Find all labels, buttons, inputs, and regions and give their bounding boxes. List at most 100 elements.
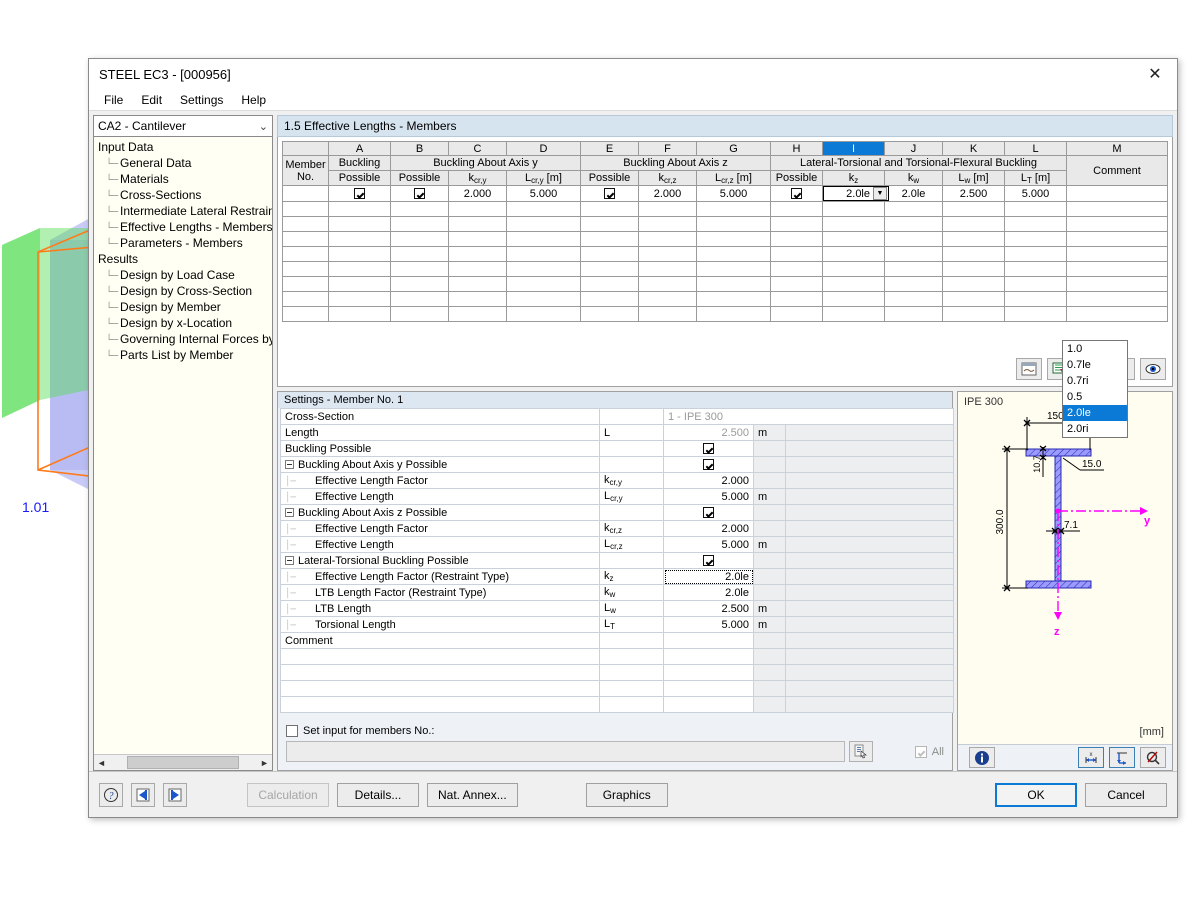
empty-cell[interactable] <box>329 202 391 217</box>
col-letter-l[interactable]: L <box>1005 142 1067 156</box>
empty-cell[interactable] <box>697 307 771 322</box>
tree-item-effective-lengths-members[interactable]: Effective Lengths - Members <box>96 219 272 235</box>
empty-cell[interactable] <box>823 202 885 217</box>
col-letter-a[interactable]: A <box>329 142 391 156</box>
empty-cell[interactable] <box>581 232 639 247</box>
settings-value-lt[interactable]: 5.000 <box>664 617 754 633</box>
settings-value-lcry[interactable]: 5.000 <box>664 489 754 505</box>
empty-cell[interactable] <box>771 202 823 217</box>
empty-cell[interactable] <box>391 292 449 307</box>
empty-cell[interactable] <box>639 217 697 232</box>
cell-l-cr-y[interactable]: 5.000 <box>507 186 581 202</box>
empty-cell[interactable] <box>823 232 885 247</box>
empty-cell[interactable] <box>283 217 329 232</box>
empty-cell[interactable] <box>885 292 943 307</box>
empty-cell[interactable] <box>449 202 507 217</box>
empty-cell[interactable] <box>1067 232 1168 247</box>
empty-cell[interactable] <box>449 217 507 232</box>
row-number[interactable]: 1 <box>283 186 329 202</box>
k-z-combo[interactable]: 2.0le ▼ <box>823 186 889 201</box>
col-letter-d[interactable]: D <box>507 142 581 156</box>
empty-cell[interactable] <box>697 217 771 232</box>
empty-cell[interactable] <box>823 262 885 277</box>
collapse-icon[interactable] <box>285 508 294 517</box>
navigator-horizontal-scrollbar[interactable]: ◄ ► <box>94 754 272 770</box>
empty-cell[interactable] <box>329 262 391 277</box>
checkbox-icon[interactable] <box>604 188 615 199</box>
empty-cell[interactable] <box>639 247 697 262</box>
empty-cell[interactable] <box>283 247 329 262</box>
empty-cell[interactable] <box>943 217 1005 232</box>
close-icon[interactable]: ✕ <box>1133 60 1177 89</box>
empty-cell[interactable] <box>581 217 639 232</box>
empty-cell[interactable] <box>823 307 885 322</box>
scroll-right-icon[interactable]: ► <box>257 755 272 770</box>
empty-cell[interactable] <box>507 292 581 307</box>
empty-cell[interactable] <box>771 217 823 232</box>
set-input-row[interactable]: Set input for members No.: <box>286 725 944 737</box>
checkbox-icon[interactable] <box>791 188 802 199</box>
empty-cell[interactable] <box>1005 232 1067 247</box>
empty-cell[interactable] <box>283 307 329 322</box>
settings-row-ltb-length[interactable]: LTB Length Lw 2.500 m <box>281 601 954 617</box>
empty-cell[interactable] <box>283 277 329 292</box>
graphics-button[interactable]: Graphics <box>586 783 668 807</box>
empty-cell[interactable] <box>771 277 823 292</box>
dimension-horizontal-icon[interactable]: x <box>1078 747 1104 768</box>
checkbox-icon[interactable] <box>703 443 714 454</box>
empty-cell[interactable] <box>943 247 1005 262</box>
settings-row-torsional-length[interactable]: Torsional Length LT 5.000 m <box>281 617 954 633</box>
tree-item-design-by-x-location[interactable]: Design by x-Location <box>96 315 272 331</box>
tree-item-results[interactable]: Results <box>96 251 272 267</box>
tree-item-parts-list-by-member[interactable]: Parts List by Member <box>96 347 272 363</box>
settings-value-kcry[interactable]: 2.000 <box>664 473 754 489</box>
empty-cell[interactable] <box>823 292 885 307</box>
help-icon[interactable]: ? <box>99 783 123 807</box>
empty-cell[interactable] <box>1005 277 1067 292</box>
empty-cell[interactable] <box>885 307 943 322</box>
empty-cell[interactable] <box>449 232 507 247</box>
empty-cell[interactable] <box>449 262 507 277</box>
empty-cell[interactable] <box>581 292 639 307</box>
checkbox-icon[interactable] <box>414 188 425 199</box>
dimension-vertical-icon[interactable] <box>1109 747 1135 768</box>
dropdown-option-0-7ri[interactable]: 0.7ri <box>1063 373 1127 389</box>
empty-cell[interactable] <box>639 307 697 322</box>
menu-settings[interactable]: Settings <box>171 91 232 109</box>
empty-cell[interactable] <box>1067 307 1168 322</box>
empty-cell[interactable] <box>391 202 449 217</box>
empty-cell[interactable] <box>639 262 697 277</box>
dropdown-option-0-7le[interactable]: 0.7le <box>1063 357 1127 373</box>
empty-cell[interactable] <box>1067 262 1168 277</box>
empty-cell[interactable] <box>823 247 885 262</box>
empty-cell[interactable] <box>943 232 1005 247</box>
cell-k-cr-z[interactable]: 2.000 <box>639 186 697 202</box>
empty-cell[interactable] <box>771 292 823 307</box>
empty-cell[interactable] <box>283 292 329 307</box>
cell-ltb-possible[interactable] <box>771 186 823 202</box>
checkbox-icon[interactable] <box>703 507 714 518</box>
scroll-left-icon[interactable]: ◄ <box>94 755 109 770</box>
empty-cell[interactable] <box>1005 217 1067 232</box>
cell-buckling-possible[interactable] <box>329 186 391 202</box>
empty-cell[interactable] <box>283 202 329 217</box>
empty-cell[interactable] <box>329 247 391 262</box>
col-letter-h[interactable]: H <box>771 142 823 156</box>
cell-z-possible[interactable] <box>581 186 639 202</box>
settings-value-checkbox[interactable] <box>664 441 754 457</box>
empty-cell[interactable] <box>885 247 943 262</box>
empty-cell[interactable] <box>449 247 507 262</box>
empty-cell[interactable] <box>639 277 697 292</box>
empty-cell[interactable] <box>943 307 1005 322</box>
empty-cell[interactable] <box>507 232 581 247</box>
calculation-button[interactable]: Calculation <box>247 783 329 807</box>
dropdown-option-2-0ri[interactable]: 2.0ri <box>1063 421 1127 437</box>
settings-row-length[interactable]: Length L 2.500 m <box>281 425 954 441</box>
cell-k-cr-y[interactable]: 2.000 <box>449 186 507 202</box>
scrollbar-thumb[interactable] <box>127 756 239 769</box>
checkbox-icon[interactable] <box>703 555 714 566</box>
menu-help[interactable]: Help <box>232 91 275 109</box>
cell-l-t[interactable]: 5.000 <box>1005 186 1067 202</box>
settings-row-buckling-axis-y[interactable]: Buckling About Axis y Possible <box>281 457 954 473</box>
cell-k-w[interactable]: 2.0le <box>885 186 943 202</box>
